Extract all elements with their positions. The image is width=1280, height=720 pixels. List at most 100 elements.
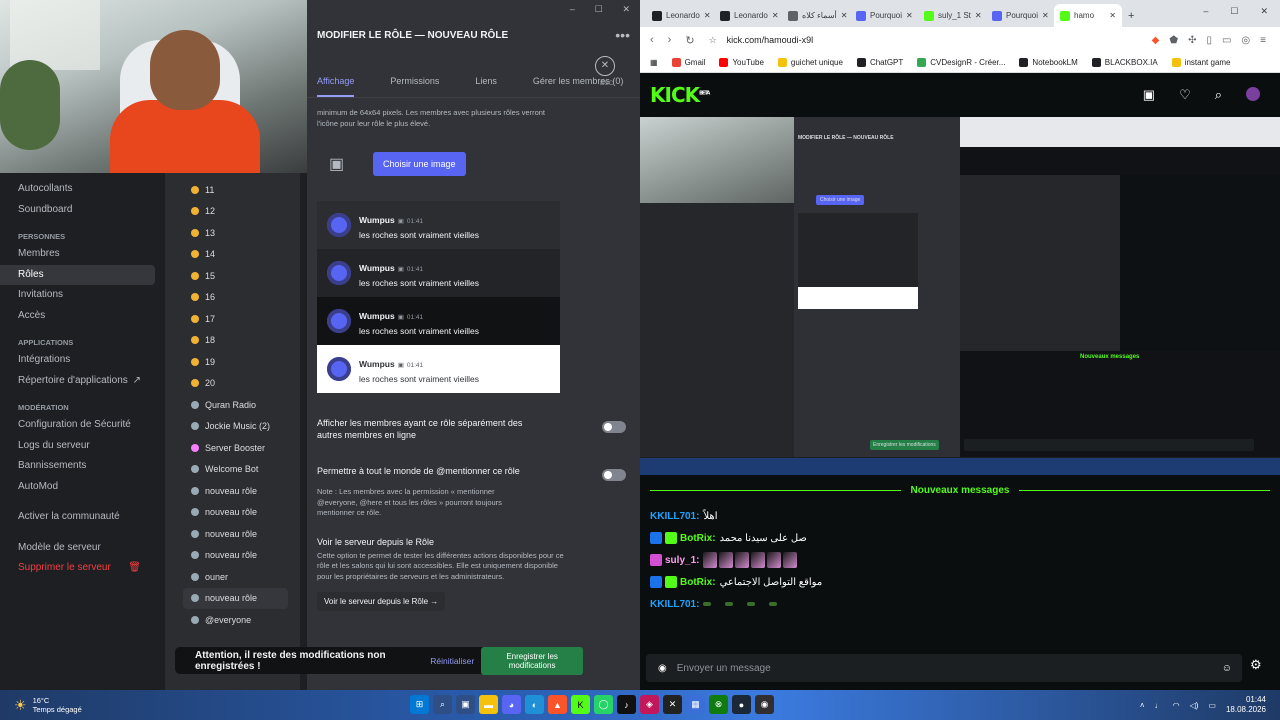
bookmark-item[interactable]: YouTube (719, 58, 764, 67)
choose-image-button[interactable]: Choisir une image (373, 152, 466, 176)
role-list-item[interactable]: Welcome Bot (183, 459, 288, 481)
search-icon[interactable]: ⌕ (433, 695, 452, 714)
sidebar-item-invitations[interactable]: Invitations (0, 285, 155, 306)
minimize-icon[interactable]: – (570, 4, 575, 14)
sidebar-item-roles[interactable]: Rôles (0, 264, 155, 285)
browser-tab[interactable]: Pourquoi ✕ (986, 4, 1054, 27)
maximize-icon[interactable]: ☐ (595, 4, 603, 15)
sidebar-item-membres[interactable]: Membres (0, 244, 155, 265)
tab-close-icon[interactable]: ✕ (906, 11, 913, 20)
role-list-item[interactable]: nouveau rôle (183, 545, 288, 567)
menu-icon[interactable]: ≡ (1260, 35, 1266, 46)
forward-icon[interactable]: › (668, 34, 672, 46)
chat-username[interactable]: KKILL701: (650, 511, 699, 522)
chat-username[interactable]: KKILL701: (650, 599, 699, 610)
brave-shield-icon[interactable]: ◆ (1152, 35, 1160, 46)
browser-tab[interactable]: Leonardo ✕ (646, 4, 714, 27)
stream-video-player[interactable]: MODIFIER LE RÔLE — NOUVEAU RÔLE Choisir … (640, 117, 1280, 475)
sidebar-item-integrations[interactable]: Intégrations (0, 350, 155, 371)
bookmark-item[interactable]: instant game (1171, 58, 1231, 67)
clock[interactable]: 01:44 18.08.2026 (1226, 695, 1266, 715)
bookmark-item[interactable]: CVDesignR - Créer... (917, 58, 1005, 67)
kick-logo[interactable]: KICKBETA (650, 83, 710, 107)
role-list-item[interactable]: Server Booster (183, 437, 288, 459)
tab-permissions[interactable]: Permissions (390, 70, 439, 97)
role-list-item[interactable]: 11 (183, 179, 288, 201)
browser-tab[interactable]: Leonardo ✕ (714, 4, 782, 27)
files-icon[interactable]: ▬ (479, 695, 498, 714)
wallet-icon[interactable]: ▭ (1222, 35, 1231, 46)
image-add-icon[interactable]: ▣ (317, 154, 357, 174)
photos-icon[interactable]: ◈ (640, 695, 659, 714)
sidebar-item-acces[interactable]: Accès (0, 306, 155, 327)
apps-grid-icon[interactable]: ▦ (650, 58, 658, 67)
steam-icon[interactable]: ● (732, 695, 751, 714)
sidebar-item-autocollants[interactable]: Autocollants (0, 179, 155, 200)
taskview-icon[interactable]: ▣ (456, 695, 475, 714)
role-list-item[interactable]: nouveau rôle (183, 502, 288, 524)
role-list-item[interactable]: 19 (183, 351, 288, 373)
role-list-item[interactable]: 15 (183, 265, 288, 287)
chat-username[interactable]: BotRix: (680, 577, 716, 588)
volume-icon[interactable]: ◁) (1190, 701, 1199, 710)
reload-icon[interactable]: ↻ (685, 34, 694, 47)
whatsapp-icon[interactable]: ◯ (594, 695, 613, 714)
role-list-item[interactable]: 16 (183, 287, 288, 309)
role-list-item[interactable]: nouveau rôle (183, 480, 288, 502)
battery-icon[interactable]: ▭ (1208, 701, 1216, 710)
reset-link[interactable]: Réinitialiser (430, 656, 474, 666)
view-as-role-button[interactable]: Voir le serveur depuis le Rôle → (317, 592, 446, 611)
tab-liens[interactable]: Liens (475, 70, 497, 97)
role-list-item[interactable]: 12 (183, 201, 288, 223)
role-list-item[interactable]: 13 (183, 222, 288, 244)
weather-widget[interactable]: ☀ 16°C Temps dégagé (0, 696, 82, 714)
role-list-item[interactable]: ouner (183, 566, 288, 588)
chat-username[interactable]: BotRix: (680, 533, 716, 544)
bookmark-item[interactable]: BLACKBOX.IA (1091, 58, 1158, 67)
role-list-item[interactable]: Quran Radio (183, 394, 288, 416)
tray-chevron-icon[interactable]: ˄ (1140, 701, 1145, 710)
sidebar-item-soundboard[interactable]: Soundboard (0, 200, 155, 221)
chat-settings-gear-icon[interactable]: ⚙ (1250, 657, 1262, 673)
discord-icon[interactable]: ◕ (502, 695, 521, 714)
role-list-item[interactable]: 20 (183, 373, 288, 395)
display-separately-toggle[interactable] (602, 421, 626, 433)
back-icon[interactable]: ‹ (650, 34, 654, 46)
obs-icon[interactable]: ◉ (755, 695, 774, 714)
sidebar-icon[interactable]: ▯ (1206, 35, 1212, 46)
role-list-item[interactable]: 17 (183, 308, 288, 330)
role-list-item[interactable]: @everyone (183, 609, 288, 631)
avatar[interactable] (1246, 87, 1260, 101)
tab-close-icon[interactable]: ✕ (1109, 11, 1116, 20)
browser-tab[interactable]: suly_1 St ✕ (918, 4, 986, 27)
microphone-icon[interactable]: ♩ (1155, 701, 1163, 710)
xbox-icon[interactable]: ⊗ (709, 695, 728, 714)
tab-close-icon[interactable]: ✕ (704, 11, 711, 20)
bookmark-item[interactable]: ChatGPT (856, 58, 903, 67)
sidebar-item-logs[interactable]: Logs du serveur (0, 436, 155, 457)
bookmark-icon[interactable]: ☆ (709, 35, 717, 46)
new-tab-button[interactable]: + (1128, 10, 1134, 22)
role-list-item[interactable]: Jockie Music (2) (183, 416, 288, 438)
brave-icon[interactable]: ▲ (548, 695, 567, 714)
role-list-item[interactable]: nouveau rôle (183, 587, 288, 609)
sidebar-item-bans[interactable]: Bannissements (0, 456, 155, 477)
browser-tab[interactable]: hamo ✕ (1054, 4, 1122, 27)
close-icon[interactable]: ✕ (595, 56, 615, 76)
edge-icon[interactable]: ◐ (525, 695, 544, 714)
role-list-item[interactable]: 18 (183, 330, 288, 352)
wifi-icon[interactable]: ◠ (1173, 701, 1180, 710)
maximize-icon[interactable]: ☐ (1230, 6, 1238, 17)
minimize-icon[interactable]: – (1203, 6, 1208, 17)
tab-close-icon[interactable]: ✕ (841, 11, 848, 20)
tab-affichage[interactable]: Affichage (317, 70, 355, 97)
store-icon[interactable]: ▦ (686, 695, 705, 714)
emoji-icon[interactable]: ☺ (1222, 663, 1232, 674)
close-window-icon[interactable]: ✕ (623, 4, 631, 15)
more-options-icon[interactable]: ••• (615, 27, 630, 43)
browser-tab[interactable]: أسماء كلاه ✕ (782, 4, 850, 27)
tab-close-icon[interactable]: ✕ (1042, 11, 1049, 20)
sidebar-item-delete-server[interactable]: Supprimer le serveur 🗑 (0, 558, 155, 579)
sidebar-item-automod[interactable]: AutoMod (0, 477, 155, 498)
sidebar-item-community[interactable]: Activer la communauté (0, 507, 155, 528)
